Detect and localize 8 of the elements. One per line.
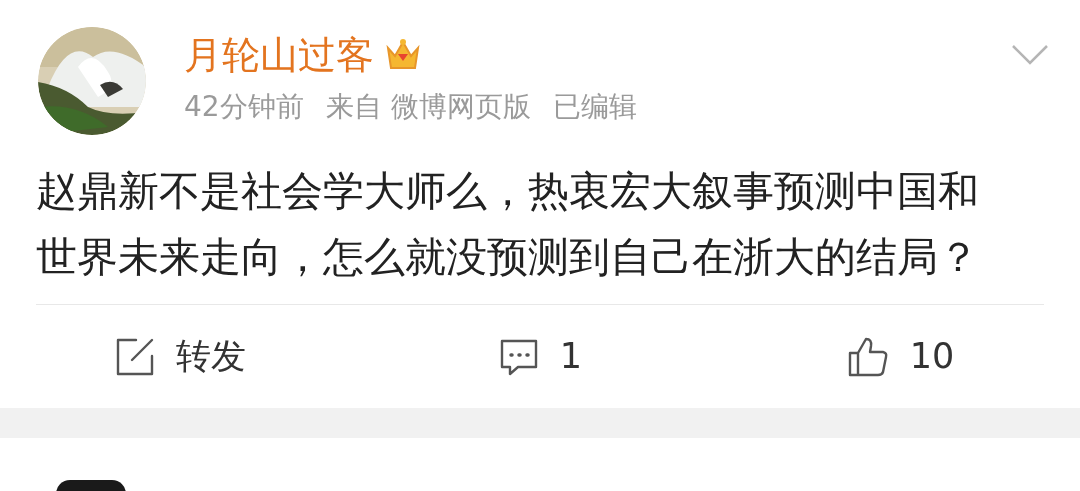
comment-button[interactable]: 1 (497, 330, 583, 383)
repost-button[interactable]: 转发 (114, 330, 246, 383)
like-button[interactable]: 10 (845, 330, 955, 383)
chevron-down-icon[interactable] (1010, 43, 1050, 67)
post-meta: 已编辑 (552, 89, 637, 125)
post-text: 赵鼎新不是社会学大师么，热衷宏大叙事预测中国和世界未来走向，怎么就没预测到自己在浙大的结局？ (36, 166, 980, 283)
post-meta: 42分钟前 (184, 89, 304, 125)
post-meta: 来自 微博网页版 (325, 89, 531, 125)
